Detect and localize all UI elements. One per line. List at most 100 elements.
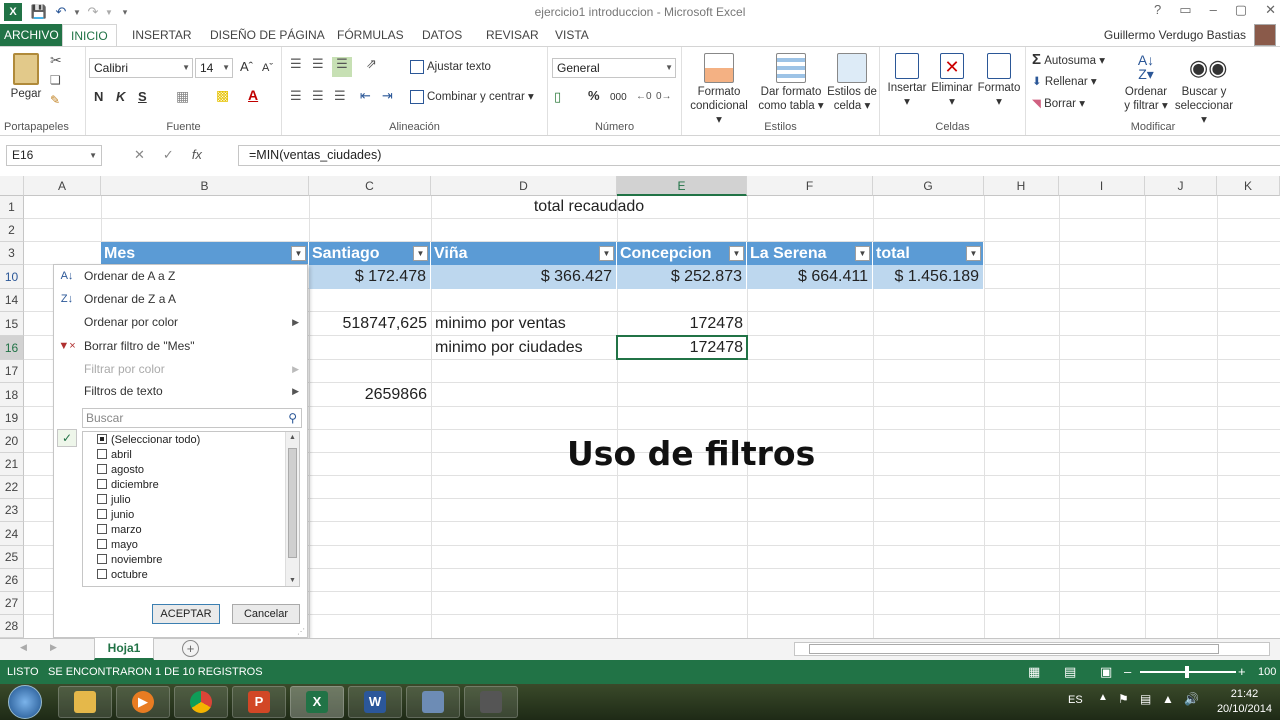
signal-icon[interactable]: ▲	[1162, 692, 1174, 706]
row-header-2[interactable]: 2	[0, 219, 24, 242]
scroll-thumb[interactable]	[809, 644, 1219, 654]
system-clock[interactable]: 21:42 20/10/2014	[1217, 687, 1272, 717]
find-select-button[interactable]: ◉◉ Buscar y seleccionar ▾	[1172, 53, 1236, 127]
cell-e15[interactable]: 172478	[617, 313, 747, 335]
align-top-icon[interactable]: ☰	[290, 57, 302, 71]
row-header-25[interactable]: 25	[0, 546, 24, 569]
decrease-decimal-icon[interactable]: 0→	[656, 90, 672, 104]
col-header-h[interactable]: H	[984, 176, 1059, 196]
taskbar-network[interactable]	[406, 686, 460, 718]
menu-sort-za[interactable]: Ordenar de Z a A	[84, 289, 176, 309]
col-header-a[interactable]: A	[24, 176, 101, 196]
tab-formulas[interactable]: FÓRMULAS	[329, 24, 412, 46]
row-header-1[interactable]: 1	[0, 196, 24, 219]
tab-vista[interactable]: VISTA	[547, 24, 597, 46]
filter-values-list[interactable]: (Seleccionar todo) abril agosto diciembr…	[82, 431, 300, 587]
row-header-19[interactable]: 19	[0, 407, 24, 430]
select-all-corner[interactable]	[0, 176, 24, 196]
cell-d15[interactable]: minimo por ventas	[431, 313, 617, 335]
col-header-f[interactable]: F	[747, 176, 873, 196]
tray-arrow-icon[interactable]: ▲	[1098, 692, 1108, 703]
minimize-button[interactable]: –	[1210, 2, 1217, 18]
col-header-k[interactable]: K	[1217, 176, 1280, 196]
checkbox[interactable]	[97, 464, 107, 474]
zoom-out-icon[interactable]: –	[1124, 660, 1131, 684]
increase-decimal-icon[interactable]: ←0	[636, 90, 652, 104]
list-item[interactable]: agosto	[97, 463, 144, 478]
filter-dropdown-icon[interactable]: ▼	[599, 246, 614, 261]
list-item[interactable]: diciembre	[97, 478, 159, 493]
cancel-icon[interactable]: ✕	[134, 147, 163, 162]
italic-button[interactable]: K	[116, 90, 125, 104]
list-item[interactable]: octubre	[97, 568, 148, 583]
font-color-icon[interactable]: A	[248, 88, 258, 102]
cell-c10[interactable]: $ 172.478	[309, 265, 431, 289]
conditional-format-button[interactable]: Formato condicional ▾	[686, 53, 752, 127]
list-item[interactable]: marzo	[97, 523, 142, 538]
orientation-icon[interactable]: ⇗	[366, 57, 377, 71]
cell-c18[interactable]: 2659866	[309, 384, 431, 406]
row-header-15[interactable]: 15	[0, 312, 24, 336]
checkbox[interactable]	[97, 554, 107, 564]
next-sheet-icon[interactable]: ▶	[50, 642, 57, 653]
col-header-c[interactable]: C	[309, 176, 431, 196]
tab-datos[interactable]: DATOS	[414, 24, 470, 46]
accounting-icon[interactable]: ▯	[554, 90, 561, 104]
copy-icon[interactable]: ❏	[50, 73, 61, 87]
network-icon[interactable]: ▤	[1140, 692, 1151, 706]
page-break-icon[interactable]: ▣	[1100, 660, 1112, 684]
font-size-combo[interactable]: 14 ▼	[195, 58, 233, 78]
merge-center-button[interactable]: Combinar y centrar ▾	[410, 90, 534, 104]
paste-button[interactable]: Pegar	[6, 53, 46, 101]
flag-icon[interactable]: ⚑	[1118, 692, 1129, 706]
start-button-icon[interactable]	[8, 685, 42, 719]
cell-d16[interactable]: minimo por ciudades	[431, 337, 617, 359]
list-scrollbar[interactable]: ▲ ▼	[285, 432, 299, 586]
scroll-thumb[interactable]	[288, 448, 297, 558]
maximize-button[interactable]: ▢	[1235, 2, 1247, 18]
font-name-combo[interactable]: Calibri ▼	[89, 58, 193, 78]
zoom-level[interactable]: 100	[1258, 660, 1276, 684]
list-item[interactable]: noviembre	[97, 553, 162, 568]
filter-dropdown-icon[interactable]: ▼	[729, 246, 744, 261]
col-header-i[interactable]: I	[1059, 176, 1145, 196]
shrink-font-icon[interactable]: Aˇ	[262, 61, 273, 75]
menu-sort-az[interactable]: Ordenar de A a Z	[84, 266, 175, 286]
wrap-text-button[interactable]: Ajustar texto	[410, 60, 491, 74]
taskbar-chrome[interactable]	[174, 686, 228, 718]
filter-active-icon[interactable]: ▼	[291, 246, 306, 261]
percent-button[interactable]: %	[588, 89, 600, 103]
list-item[interactable]: mayo	[97, 538, 138, 553]
row-header-23[interactable]: 23	[0, 499, 24, 522]
checkbox[interactable]	[97, 524, 107, 534]
underline-button[interactable]: S	[138, 90, 147, 104]
taskbar-printer[interactable]	[464, 686, 518, 718]
taskbar-explorer[interactable]	[58, 686, 112, 718]
page-layout-icon[interactable]: ▤	[1064, 660, 1076, 684]
cell-f10[interactable]: $ 664.411	[747, 265, 873, 289]
borders-icon[interactable]: ▦	[176, 89, 189, 103]
align-left-icon[interactable]: ☰	[290, 89, 302, 103]
cell-d1-title[interactable]: total recaudado	[431, 196, 747, 218]
menu-clear-filter[interactable]: Borrar filtro de "Mes"	[84, 336, 195, 356]
fill-button[interactable]: ⬇ Rellenar ▾	[1032, 75, 1097, 89]
checkbox[interactable]	[97, 449, 107, 459]
cell-g10[interactable]: $ 1.456.189	[873, 265, 984, 289]
col-header-g[interactable]: G	[873, 176, 984, 196]
resize-grip-icon[interactable]: ⋰	[297, 627, 305, 636]
taskbar-word[interactable]: W	[348, 686, 402, 718]
scroll-down-icon[interactable]: ▼	[289, 577, 296, 584]
ribbon-display-button[interactable]: ▭	[1179, 2, 1191, 18]
header-santiago[interactable]: Santiago ▼	[309, 242, 431, 265]
cell-styles-button[interactable]: Estilos de celda ▾	[826, 53, 878, 113]
row-header-10[interactable]: 10	[0, 265, 24, 289]
format-as-table-button[interactable]: Dar formato como tabla ▾	[756, 53, 826, 113]
header-total[interactable]: total ▼	[873, 242, 984, 265]
checkbox[interactable]	[97, 569, 107, 579]
user-name[interactable]: Guillermo Verdugo Bastias	[1104, 28, 1246, 42]
row-header-24[interactable]: 24	[0, 522, 24, 546]
cut-icon[interactable]: ✂	[50, 53, 62, 67]
cancel-button[interactable]: Cancelar	[232, 604, 300, 624]
taskbar-media[interactable]: ▶	[116, 686, 170, 718]
taskbar-powerpoint[interactable]: P	[232, 686, 286, 718]
